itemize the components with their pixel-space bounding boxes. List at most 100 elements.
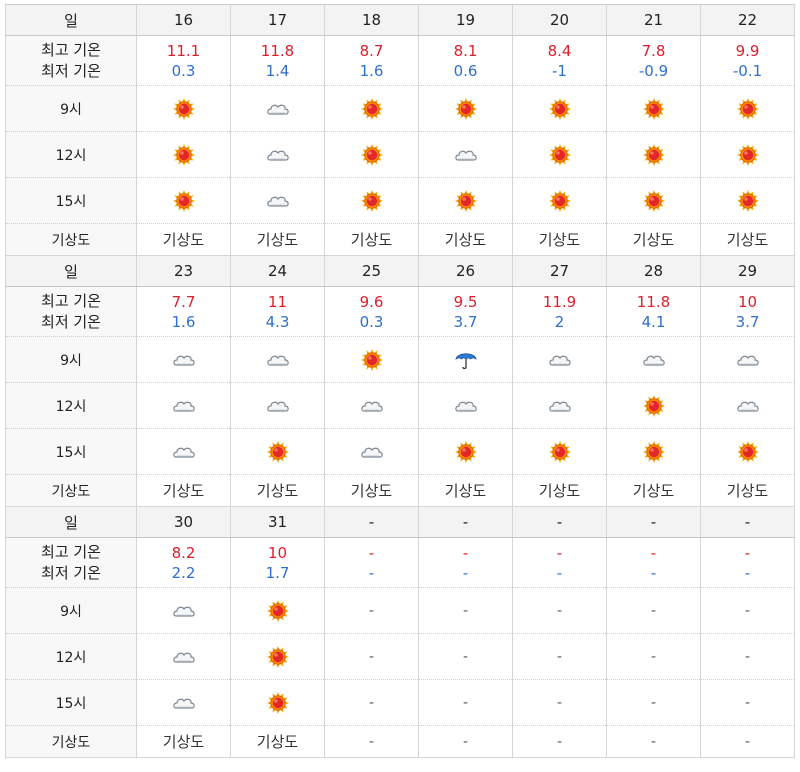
temperature-cell: 8.1 0.6 — [418, 35, 513, 86]
weather-cell — [324, 428, 419, 475]
weather-row-h12: 12시 - - - - - — [5, 633, 795, 680]
weather-map-link[interactable]: 기상도 — [727, 231, 768, 249]
weather-cell: - — [700, 679, 795, 726]
day-number: - — [700, 506, 795, 538]
weather-map-link[interactable]: 기상도 — [727, 482, 768, 500]
weather-cell — [136, 131, 231, 178]
sun-icon — [547, 97, 573, 121]
weather-row-h12: 12시 — [5, 382, 795, 429]
weather-cell — [418, 177, 513, 224]
weather-map-cell: 기상도 — [324, 223, 419, 256]
week-header-row: 일 30 31- - - - - — [5, 506, 795, 538]
weather-cell: - — [606, 587, 701, 634]
low-temp: 2 — [554, 312, 565, 331]
empty-dash: - — [462, 602, 469, 619]
weather-map-row: 기상도 기상도 기상도 - - - - - — [5, 725, 795, 758]
high-temp: 11.9 — [542, 292, 577, 311]
hour-label: 15시 — [5, 679, 137, 726]
weather-row-h15: 15시 — [5, 177, 795, 224]
weather-map-link[interactable]: 기상도 — [257, 733, 298, 751]
weather-map-link[interactable]: 기상도 — [163, 733, 204, 751]
weather-cell: - — [606, 633, 701, 680]
weather-map-link[interactable]: 기상도 — [163, 482, 204, 500]
weather-cell — [230, 428, 325, 475]
day-number: 28 — [606, 255, 701, 287]
weather-row-h9: 9시 — [5, 336, 795, 383]
cloud-icon — [359, 394, 385, 418]
high-temp: 7.8 — [641, 41, 666, 60]
day-number: 16 — [136, 4, 231, 36]
weather-cell: - — [324, 587, 419, 634]
weather-map-link[interactable]: 기상도 — [445, 482, 486, 500]
high-temp: - — [368, 543, 375, 562]
high-temp: 8.4 — [547, 41, 572, 60]
sun-icon — [641, 394, 667, 418]
hour-label: 12시 — [5, 131, 137, 178]
sun-icon — [547, 440, 573, 464]
weather-cell: - — [512, 633, 607, 680]
low-temp: 1.7 — [265, 563, 290, 582]
empty-dash: - — [556, 694, 563, 711]
high-temp: 7.7 — [171, 292, 196, 311]
weather-map-link[interactable]: 기상도 — [351, 231, 392, 249]
low-temp: -0.9 — [638, 61, 669, 80]
weather-map-cell: - — [324, 725, 419, 758]
sun-icon — [453, 189, 479, 213]
temperature-row: 최고 기온 최저 기온 7.7 1.6 11 4.3 9.6 0.3 9.5 3.7 11.9 2 11… — [5, 286, 795, 337]
weather-row-h12: 12시 — [5, 131, 795, 178]
weather-map-cell: - — [606, 725, 701, 758]
weather-map-link[interactable]: 기상도 — [539, 482, 580, 500]
weather-map-link[interactable]: 기상도 — [445, 231, 486, 249]
sun-icon — [735, 440, 761, 464]
weather-map-link[interactable]: 기상도 — [257, 231, 298, 249]
week-header-row: 일 23 24 25 26 27 28 29 — [5, 255, 795, 287]
day-number: 24 — [230, 255, 325, 287]
cloud-icon — [735, 394, 761, 418]
high-temp-label: 최고 기온 — [41, 542, 101, 561]
weather-map-cell: 기상도 — [700, 223, 795, 256]
empty-dash: - — [650, 602, 657, 619]
weather-cell — [700, 177, 795, 224]
monthly-weather-table: 일 16 17 18 19 20 21 22 최고 기온 최저 기온 11.1 0.3 11.8 1.4 8… — [5, 4, 795, 758]
weather-map-link[interactable]: 기상도 — [257, 482, 298, 500]
weather-cell — [324, 382, 419, 429]
empty-dash: - — [650, 733, 657, 750]
sun-icon — [453, 440, 479, 464]
day-number: 17 — [230, 4, 325, 36]
weather-map-row: 기상도 기상도 기상도 기상도 기상도 기상도 기상도 기상도 — [5, 474, 795, 507]
low-temp: 0.3 — [359, 312, 384, 331]
temperature-cell: 8.7 1.6 — [324, 35, 419, 86]
weather-row-h15: 15시 — [5, 428, 795, 475]
weather-cell — [700, 336, 795, 383]
sun-icon — [641, 97, 667, 121]
temperature-cell: 9.5 3.7 — [418, 286, 513, 337]
temperature-label: 최고 기온 최저 기온 — [5, 286, 137, 337]
weather-map-label: 기상도 — [5, 223, 137, 256]
empty-dash: - — [556, 733, 563, 750]
high-temp: 10 — [267, 543, 288, 562]
weather-map-link[interactable]: 기상도 — [163, 231, 204, 249]
weather-cell — [230, 382, 325, 429]
hour-label: 15시 — [5, 428, 137, 475]
weather-cell — [230, 587, 325, 634]
high-temp: 9.5 — [453, 292, 478, 311]
weather-cell — [606, 131, 701, 178]
weather-map-link[interactable]: 기상도 — [633, 482, 674, 500]
weather-cell — [418, 382, 513, 429]
weather-cell: - — [418, 679, 513, 726]
weather-map-link[interactable]: 기상도 — [351, 482, 392, 500]
weather-cell — [418, 336, 513, 383]
day-number: - — [418, 506, 513, 538]
high-temp: 9.9 — [735, 41, 760, 60]
weather-map-link[interactable]: 기상도 — [633, 231, 674, 249]
hour-label: 9시 — [5, 336, 137, 383]
weather-map-cell: 기상도 — [136, 725, 231, 758]
weather-cell — [512, 131, 607, 178]
cloud-icon — [171, 645, 197, 669]
weather-map-link[interactable]: 기상도 — [539, 231, 580, 249]
hour-label: 9시 — [5, 587, 137, 634]
weather-cell — [700, 131, 795, 178]
hour-label: 9시 — [5, 85, 137, 132]
high-temp: 11.8 — [636, 292, 671, 311]
empty-dash: - — [650, 648, 657, 665]
